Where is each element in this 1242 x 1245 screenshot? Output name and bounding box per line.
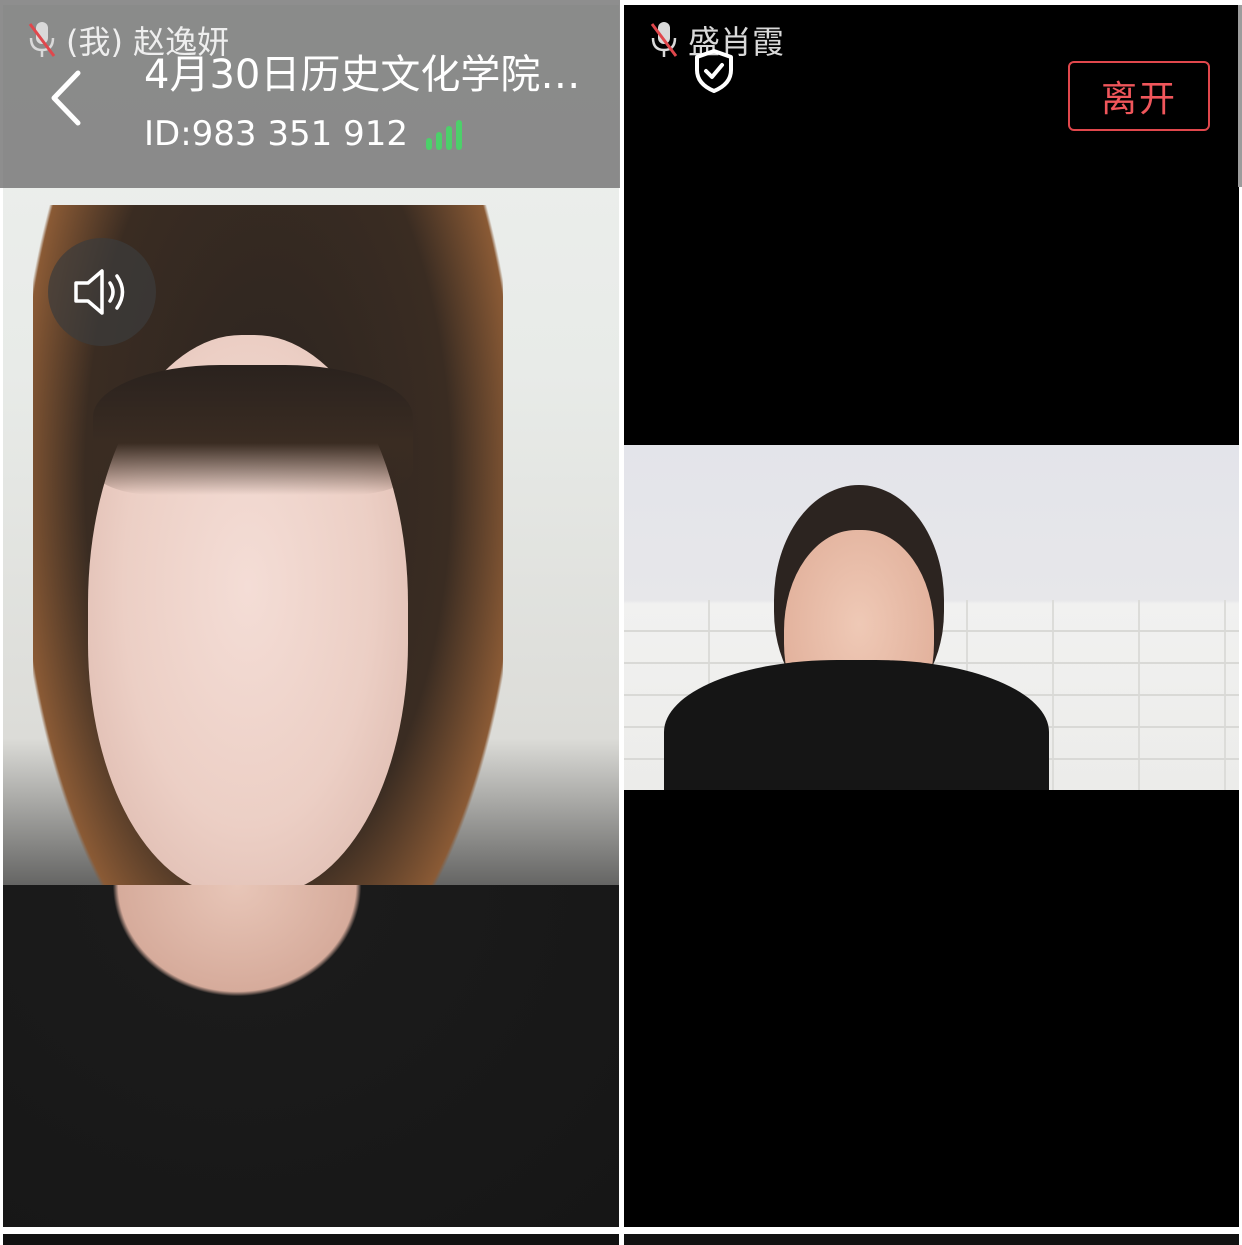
meeting-id: ID:983 351 912 — [144, 114, 408, 154]
speaker-volume-icon — [74, 269, 125, 315]
next-tile-edge-right — [624, 1234, 1239, 1245]
chevron-left-icon — [51, 70, 81, 126]
speaker-button[interactable] — [48, 238, 156, 346]
video-tile-remote[interactable] — [624, 5, 1239, 1227]
meeting-screen: (我) 赵逸妍 盛肖霞 4月30日历史文化学院… ID:983 351 912 — [0, 0, 1242, 1245]
scrollbar-thumb[interactable] — [1238, 5, 1242, 187]
video-tile-self[interactable] — [3, 5, 619, 1227]
security-button[interactable] — [692, 48, 736, 94]
meeting-title: 4月30日历史文化学院… — [144, 52, 581, 98]
signal-strength-icon — [425, 118, 462, 150]
remote-video-feed — [624, 445, 1239, 790]
mic-muted-icon — [650, 20, 678, 60]
self-video-bangs — [93, 365, 413, 495]
self-video-body — [3, 885, 619, 1227]
leave-button[interactable]: 离开 — [1068, 61, 1210, 131]
mic-muted-icon — [28, 20, 56, 60]
next-tile-edge-left — [3, 1234, 619, 1245]
back-button[interactable] — [38, 66, 92, 130]
remote-video-body — [664, 660, 1049, 790]
shield-check-icon — [695, 49, 733, 93]
meeting-id-row: ID:983 351 912 — [144, 114, 462, 154]
